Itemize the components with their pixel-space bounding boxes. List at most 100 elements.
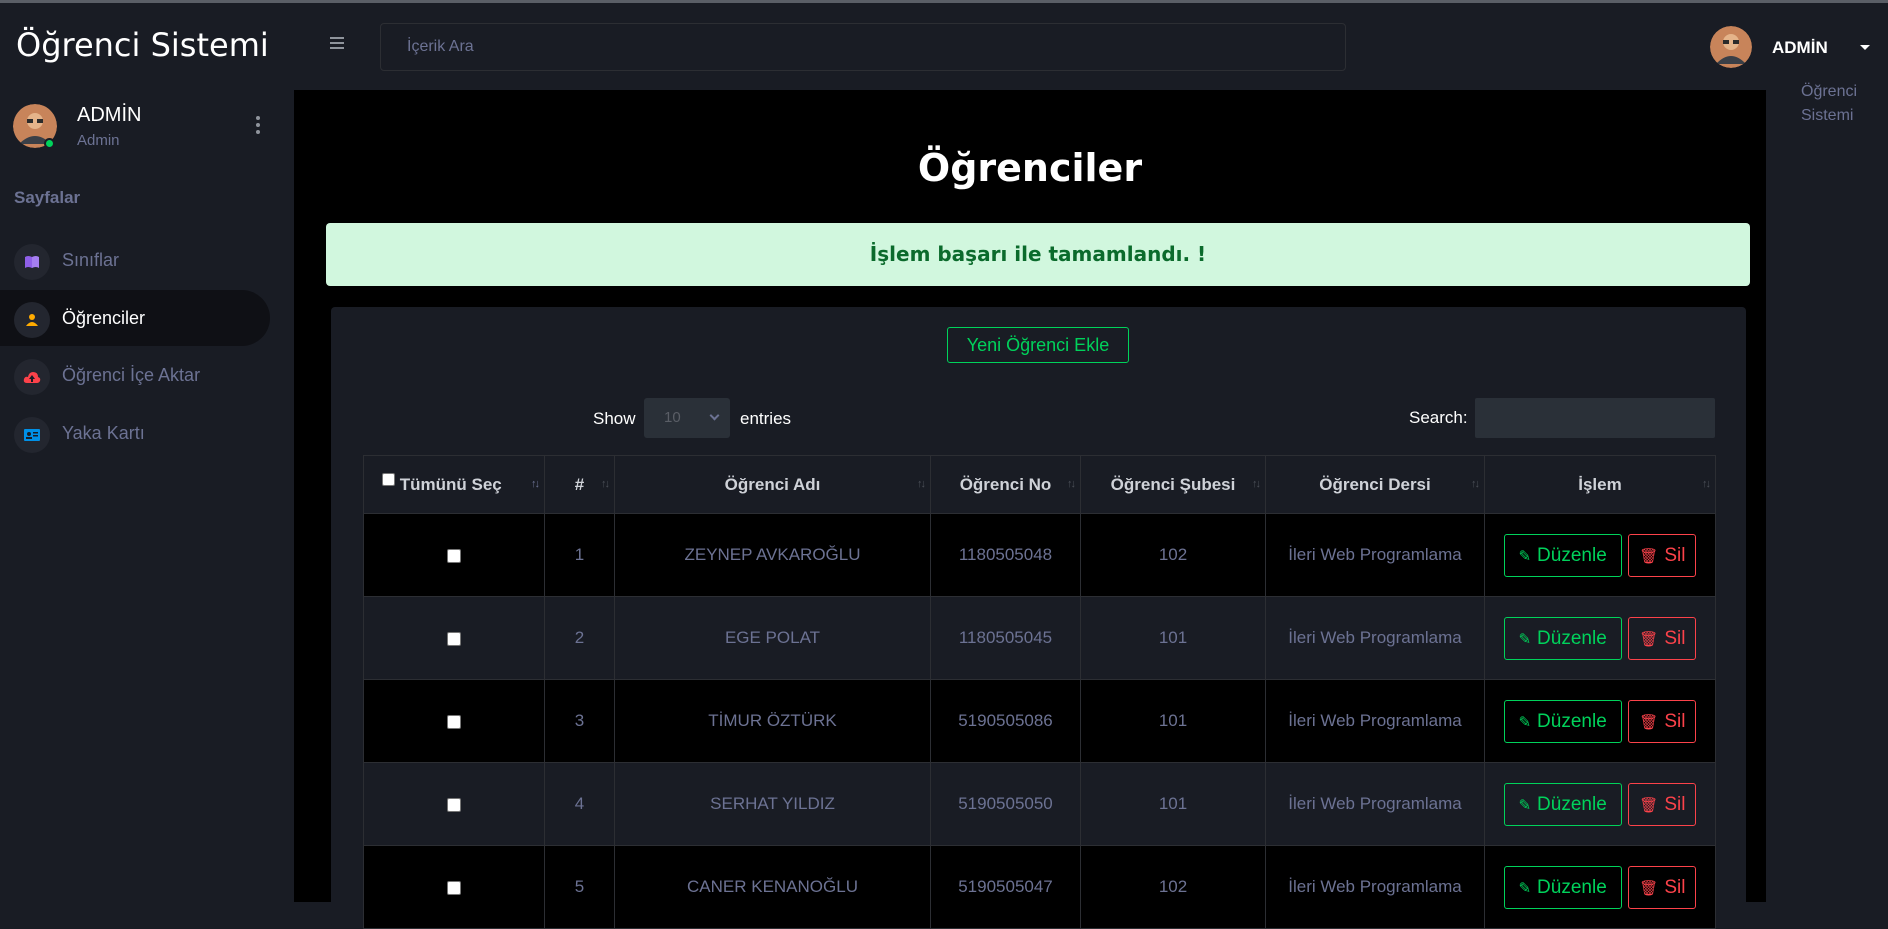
column-header-name[interactable]: Öğrenci Adı ↑↓	[614, 455, 931, 514]
main-content: Öğrenciler İşlem başarı ile tamamlandı. …	[294, 90, 1766, 929]
sidebar-item-label: Yaka Kartı	[62, 423, 145, 443]
menu-toggle-icon[interactable]	[330, 37, 344, 49]
edit-icon: ✎	[1518, 713, 1532, 731]
column-header-index[interactable]: # ↑↓	[544, 455, 615, 514]
sort-icon[interactable]: ↑↓	[531, 478, 540, 490]
success-alert: İşlem başarı ile tamamlandı. !	[326, 223, 1750, 286]
sidebar-user-role: Admin	[77, 132, 120, 149]
brand-logo[interactable]: Öğrenci Sistemi	[16, 26, 269, 64]
delete-button[interactable]: 🗑 Sil	[1628, 865, 1697, 909]
student-branch: 102	[1080, 845, 1266, 929]
row-checkbox[interactable]	[447, 714, 461, 729]
student-number: 1180505048	[930, 513, 1081, 597]
sidebar-item-label: Sınıflar	[62, 250, 120, 270]
student-branch: 101	[1080, 679, 1266, 763]
select-all-checkbox[interactable]	[382, 472, 395, 486]
row-index: 1	[544, 513, 615, 597]
edit-icon: ✎	[1518, 796, 1532, 814]
sort-icon[interactable]: ↑↓	[1471, 478, 1480, 490]
row-checkbox[interactable]	[447, 797, 461, 812]
student-number: 1180505045	[930, 596, 1081, 680]
sort-icon[interactable]: ↑↓	[1067, 478, 1076, 490]
edit-button[interactable]: ✎ Düzenle	[1503, 699, 1622, 743]
sort-icon[interactable]: ↑↓	[1702, 478, 1711, 490]
delete-button[interactable]: 🗑 Sil	[1628, 533, 1697, 577]
row-checkbox[interactable]	[447, 631, 461, 646]
column-header-course[interactable]: Öğrenci Dersi ↑↓	[1265, 455, 1485, 514]
student-name: TİMUR ÖZTÜRK	[614, 679, 931, 763]
table-search-input[interactable]	[1475, 398, 1715, 438]
show-label: Show	[593, 409, 636, 428]
students-table: Tümünü Seç ↑↓ # ↑↓ Öğrenci Adı ↑↓ Öğrenci …	[363, 455, 1716, 929]
student-course: İleri Web Programlama	[1265, 845, 1485, 929]
table-row: 4 SERHAT YILDIZ 5190505050 101 İleri Web…	[363, 762, 1716, 846]
trash-icon: 🗑	[1639, 630, 1659, 648]
students-card: Yeni Öğrenci Ekle Show 10 entries Search…	[331, 307, 1746, 929]
student-name: EGE POLAT	[614, 596, 931, 680]
student-course: İleri Web Programlama	[1265, 513, 1485, 597]
avatar[interactable]	[1710, 26, 1752, 68]
sidebar: ADMİN Admin Sayfalar Sınıflar Öğrenciler…	[0, 90, 294, 902]
column-header-number[interactable]: Öğrenci No ↑↓	[930, 455, 1081, 514]
row-checkbox[interactable]	[447, 880, 461, 895]
cloud-upload-icon	[14, 359, 50, 395]
student-course: İleri Web Programlama	[1265, 596, 1485, 680]
sidebar-item-siniflar[interactable]: Sınıflar	[0, 232, 270, 288]
edit-button[interactable]: ✎ Düzenle	[1503, 616, 1622, 660]
book-icon	[14, 244, 50, 280]
online-status-dot	[44, 138, 55, 149]
more-vertical-icon[interactable]	[256, 116, 260, 137]
table-row: 5 CANER KENANOĞLU 5190505047 102 İleri W…	[363, 845, 1716, 929]
table-search-label: Search:	[1409, 408, 1468, 427]
sort-icon[interactable]: ↑↓	[1252, 478, 1261, 490]
student-number: 5190505047	[930, 845, 1081, 929]
delete-button[interactable]: 🗑 Sil	[1628, 782, 1697, 826]
edit-icon: ✎	[1518, 547, 1532, 565]
right-panel-text: Öğrenci Sistemi	[1801, 83, 1858, 124]
student-course: İleri Web Programlama	[1265, 762, 1485, 846]
search-input[interactable]: İçerik Ara	[380, 23, 1346, 71]
add-student-button[interactable]: Yeni Öğrenci Ekle	[947, 327, 1129, 363]
sidebar-item-ogrenciler[interactable]: Öğrenciler	[0, 290, 270, 346]
delete-button[interactable]: 🗑 Sil	[1628, 616, 1697, 660]
student-branch: 101	[1080, 596, 1266, 680]
edit-icon: ✎	[1518, 630, 1532, 648]
trash-icon: 🗑	[1639, 547, 1659, 565]
id-card-icon	[14, 417, 50, 453]
row-index: 5	[544, 845, 615, 929]
table-row: 3 TİMUR ÖZTÜRK 5190505086 101 İleri Web …	[363, 679, 1716, 763]
sidebar-item-yaka-karti[interactable]: Yaka Kartı	[0, 405, 270, 461]
student-name: SERHAT YILDIZ	[614, 762, 931, 846]
sidebar-category: Sayfalar	[14, 188, 81, 207]
row-index: 4	[544, 762, 615, 846]
student-name: ZEYNEP AVKAROĞLU	[614, 513, 931, 597]
top-navbar: İçerik Ara ADMİN	[294, 3, 1888, 90]
sidebar-item-label: Öğrenci İçe Aktar	[62, 365, 201, 385]
row-checkbox[interactable]	[447, 548, 461, 563]
column-header-branch[interactable]: Öğrenci Şubesi ↑↓	[1080, 455, 1266, 514]
table-row: 1 ZEYNEP AVKAROĞLU 1180505048 102 İleri …	[363, 513, 1716, 597]
trash-icon: 🗑	[1639, 796, 1659, 814]
trash-icon: 🗑	[1639, 879, 1659, 897]
row-index: 3	[544, 679, 615, 763]
student-number: 5190505050	[930, 762, 1081, 846]
edit-button[interactable]: ✎ Düzenle	[1503, 782, 1622, 826]
student-name: CANER KENANOĞLU	[614, 845, 931, 929]
column-header-actions[interactable]: İşlem ↑↓	[1484, 455, 1716, 514]
sort-icon[interactable]: ↑↓	[917, 478, 926, 490]
caret-down-icon[interactable]	[1860, 45, 1870, 50]
chevron-down-icon	[709, 410, 720, 421]
student-branch: 101	[1080, 762, 1266, 846]
edit-button[interactable]: ✎ Düzenle	[1503, 533, 1622, 577]
column-header-select-all[interactable]: Tümünü Seç ↑↓	[363, 455, 545, 514]
row-index: 2	[544, 596, 615, 680]
delete-button[interactable]: 🗑 Sil	[1628, 699, 1697, 743]
student-branch: 102	[1080, 513, 1266, 597]
sidebar-user-name: ADMİN	[77, 104, 142, 126]
page-length-select[interactable]: 10	[644, 398, 730, 438]
edit-button[interactable]: ✎ Düzenle	[1503, 865, 1622, 909]
sidebar-item-ogrenci-ice-aktar[interactable]: Öğrenci İçe Aktar	[0, 347, 270, 403]
user-menu-name[interactable]: ADMİN	[1772, 38, 1828, 58]
edit-icon: ✎	[1518, 879, 1532, 897]
sort-icon[interactable]: ↑↓	[601, 478, 610, 490]
